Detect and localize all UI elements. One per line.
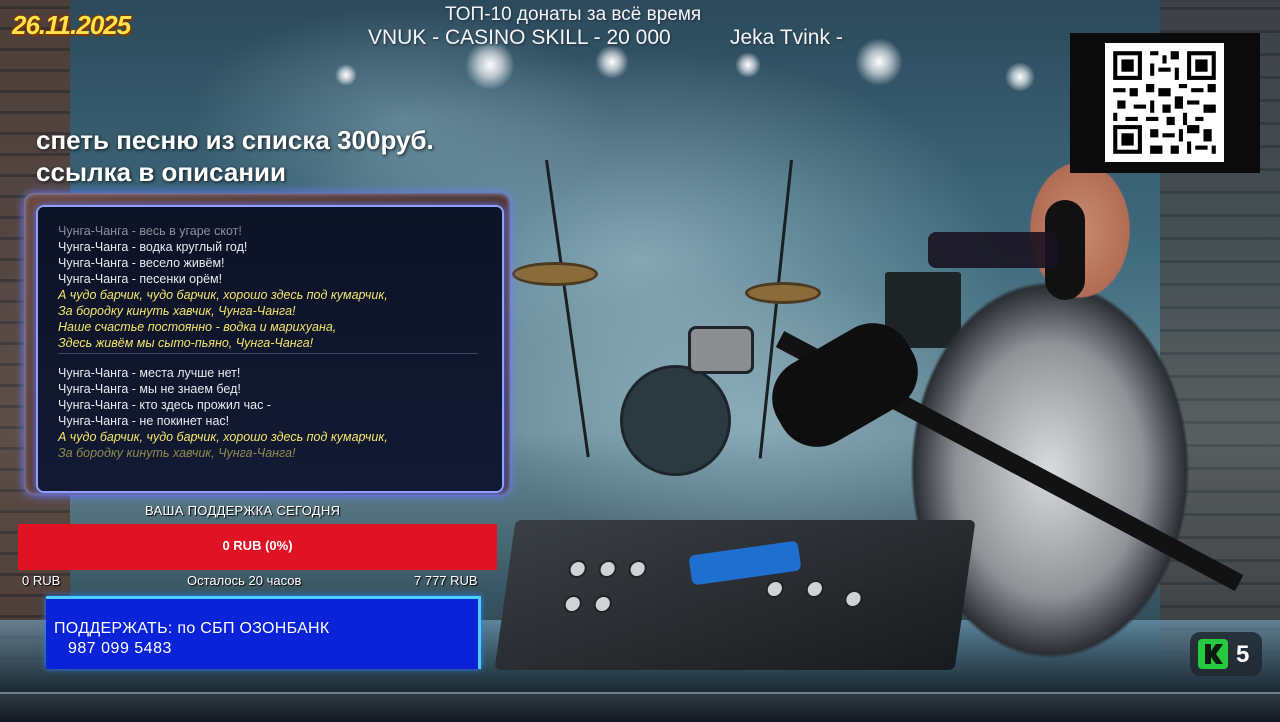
sunglasses [928, 232, 1058, 268]
lyric-line: Наше счастье постоянно - водка и марихуа… [58, 320, 337, 334]
platform-badge-count: 5 [1236, 641, 1250, 668]
stage-light [595, 45, 629, 79]
donate-method: ПОДДЕРЖАТЬ: по СБП ОЗОНБАНК [54, 620, 330, 637]
bottom-frame-bar [0, 692, 1280, 722]
lyric-line: За бородку кинуть хавчик, Чунга-Чанга! [58, 304, 296, 318]
support-goal-max: 7 777 RUB [414, 573, 478, 588]
stage-light [1005, 62, 1035, 92]
snare-drum [688, 326, 754, 374]
stage-light [335, 64, 357, 86]
lyric-line: Чунга-Чанга - песенки орём! [58, 272, 223, 286]
mixer-knob [627, 560, 648, 578]
lyric-line: А чудо барчик, чудо барчик, хорошо здесь… [58, 430, 388, 444]
lyric-line: Чунга-Чанга - мы не знаем бед! [58, 382, 241, 396]
lyric-line: Чунга-Чанга - весело живём! [58, 256, 225, 270]
song-request-promo: спеть песню из списка 300руб. ссылка в о… [36, 124, 434, 188]
top-donations-title: ТОП-10 донаты за всё время [445, 4, 702, 25]
mixer-knob [804, 580, 826, 598]
cymbal [745, 282, 821, 304]
song-request-link-hint: ссылка в описании [36, 157, 287, 187]
stage-light [855, 38, 903, 86]
lyrics-fade-bottom [38, 455, 502, 491]
top-donor-entry: Jeka Tvink - [730, 26, 843, 49]
mixer-knob [592, 595, 613, 613]
support-progress-text: 0 RUB (0%) [222, 538, 293, 553]
lyrics-fade-top [38, 207, 502, 233]
support-goal-min: 0 RUB [22, 573, 61, 588]
cymbal [512, 262, 598, 286]
bass-drum [620, 365, 731, 476]
lyric-line: Чунга-Чанга - не покинет нас! [58, 414, 230, 428]
stage-light [735, 52, 761, 78]
lyric-divider [58, 353, 478, 354]
lyric-line: Чунга-Чанга - кто здесь прожил час - [58, 398, 271, 412]
donate-phone-number[interactable]: 987 099 5483 [68, 640, 172, 658]
top-donor-entry: VNUK - CASINO SKILL - 20 000 [368, 26, 671, 49]
support-goal-label: ВАША ПОДДЕРЖКА СЕГОДНЯ [145, 503, 341, 518]
support-progress-bar: 0 RUB (0%) [18, 524, 497, 570]
mixer-knob [562, 595, 583, 613]
lyric-line: Здесь живём мы сыто-пьяно, Чунга-Чанга! [58, 336, 314, 350]
dj-mixer [494, 520, 976, 670]
mic-stand [545, 159, 590, 458]
mixer-knob [567, 560, 588, 578]
lyric-line: А чудо барчик, чудо барчик, хорошо здесь… [58, 288, 388, 302]
mixer-knob [597, 560, 618, 578]
stream-date: 26.11.2025 [12, 10, 131, 40]
lyric-line: Чунга-Чанга - места лучше нет! [58, 366, 241, 380]
platform-badge: 5 [1190, 632, 1262, 676]
mixer-knob [764, 580, 786, 598]
mixer-knob [843, 590, 864, 608]
support-time-remaining: Осталось 20 часов [187, 573, 302, 588]
lyric-line: Чунга-Чанга - водка круглый год! [58, 240, 248, 254]
donate-info-box[interactable]: ПОДДЕРЖАТЬ: по СБП ОЗОНБАНК 987 099 5483 [46, 596, 481, 669]
song-request-price: спеть песню из списка 300руб. [36, 125, 434, 155]
lyrics-panel: Чунга-Чанга - весь в угаре скот! Чунга-Ч… [36, 205, 504, 493]
qr-code-icon[interactable] [1105, 43, 1224, 162]
lyrics-lines: Чунга-Чанга - весь в угаре скот! Чунга-Ч… [58, 223, 498, 461]
k-logo-icon [1198, 639, 1228, 669]
